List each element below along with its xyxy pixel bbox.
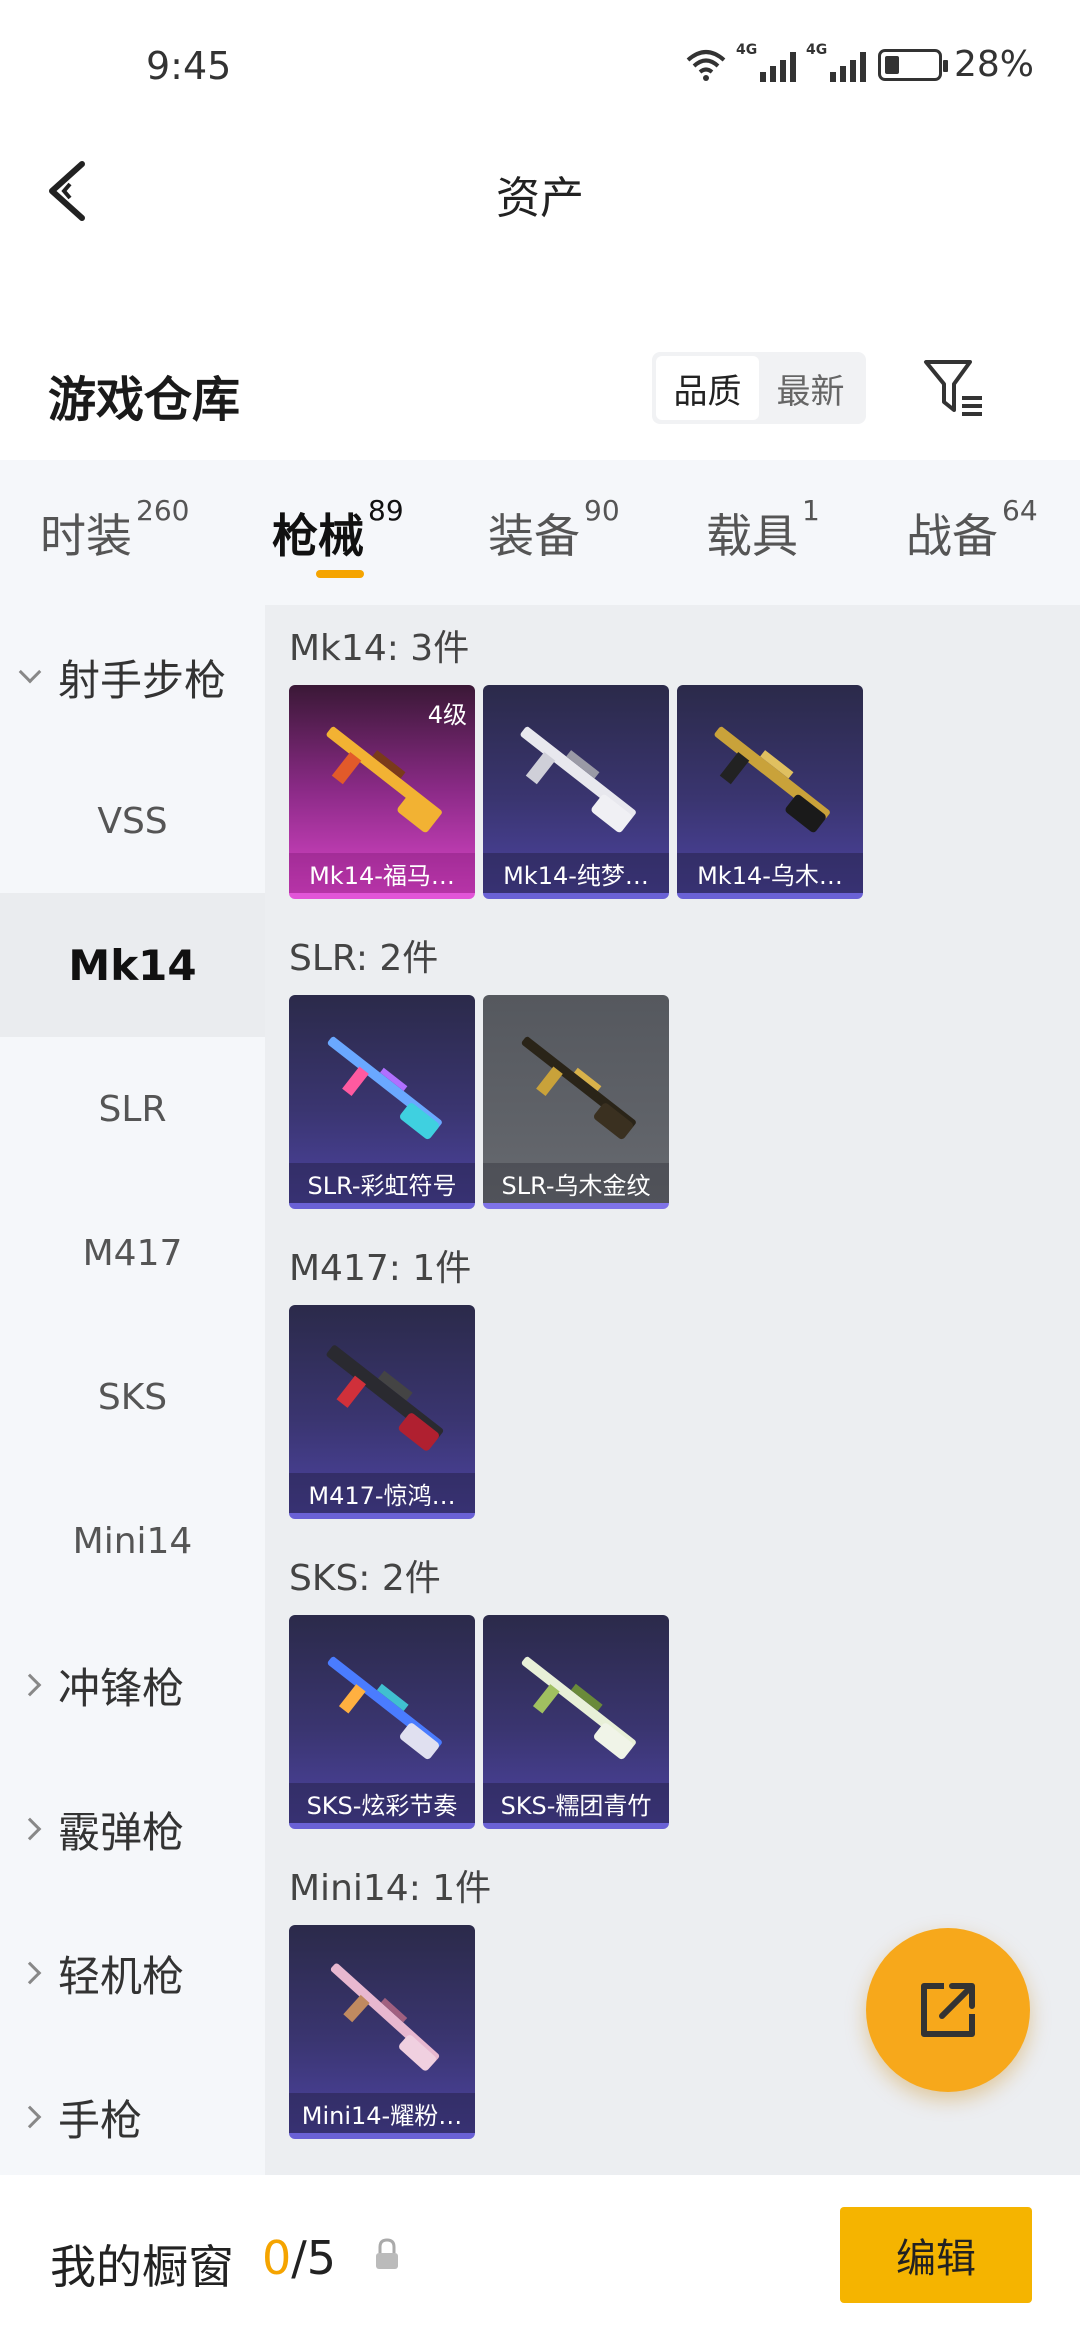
weapon-name: M417-惊鸿… <box>289 1473 475 1513</box>
weapon-skin-image <box>521 1036 636 1140</box>
showcase-bar: 我的橱窗 0/5 编辑 <box>0 2175 1080 2340</box>
weapon-name: SKS-炫彩节奏 <box>289 1783 475 1823</box>
weapon-card[interactable]: SLR-彩虹符号 <box>289 995 475 1209</box>
sidebar-item-sks[interactable]: SKS <box>0 1325 265 1469</box>
showcase-title: 我的橱窗 <box>50 2240 234 2294</box>
weapon-skin-image <box>327 1656 442 1760</box>
section-title-sks: SKS: 2件 <box>289 1558 441 1599</box>
filter-icon[interactable] <box>920 356 986 422</box>
weapon-skin-image <box>520 726 636 833</box>
tab-supplies[interactable]: 战备 64 <box>906 494 1038 566</box>
sidebar-group-marksman[interactable]: 射手步枪 <box>0 605 265 749</box>
tab-vehicles[interactable]: 载具 1 <box>706 494 820 566</box>
battery-percent: 28% <box>953 44 1034 85</box>
signal-icon: 4G <box>736 42 796 82</box>
status-time: 9:45 <box>146 44 232 88</box>
chevron-right-icon <box>18 2105 42 2129</box>
sidebar-group-lmg[interactable]: 轻机枪 <box>0 1901 265 2045</box>
warehouse-title: 游戏仓库 <box>48 372 241 428</box>
section-title-slr: SLR: 2件 <box>289 938 439 979</box>
weapon-name: Mini14-耀粉… <box>289 2093 475 2133</box>
level-badge: 4级 <box>427 701 467 729</box>
share-external-icon <box>921 1983 975 2037</box>
sort-quality[interactable]: 品质 <box>656 356 759 420</box>
chevron-right-icon <box>18 1961 42 1985</box>
weapon-name: Mk14-福马… <box>289 853 475 893</box>
weapon-card[interactable]: SKS-炫彩节奏 <box>289 1615 475 1829</box>
section-title-m417: M417: 1件 <box>289 1248 472 1289</box>
sidebar-group-shotgun[interactable]: 霰弹枪 <box>0 1757 265 1901</box>
weapon-card[interactable]: SLR-乌木金纹 <box>483 995 669 1209</box>
weapon-name: SLR-彩虹符号 <box>289 1163 475 1203</box>
signal-icon: 4G <box>806 42 866 82</box>
weapon-card[interactable]: Mk14-纯梦… <box>483 685 669 899</box>
weapon-name: Mk14-乌木… <box>677 853 863 893</box>
weapon-card[interactable]: Mini14-耀粉… <box>289 1925 475 2139</box>
status-bar: 9:45 4G 4G 28% <box>0 0 1080 130</box>
sidebar-item-mk14[interactable]: Mk14 <box>0 893 265 1037</box>
weapon-skin-image <box>330 1963 440 2071</box>
lock-icon <box>376 2238 398 2269</box>
tab-weapons[interactable]: 枪械 89 <box>272 494 404 566</box>
chevron-down-icon <box>18 660 42 684</box>
weapon-skin-image <box>714 726 830 833</box>
sort-toggle: 品质 最新 <box>652 352 866 424</box>
page-title: 资产 <box>496 173 584 224</box>
weapon-card[interactable]: SKS-糯团青竹 <box>483 1615 669 1829</box>
weapon-skin-image <box>326 1345 444 1451</box>
category-tabs: 时装 260 枪械 89 装备 90 载具 1 战备 64 <box>0 460 1080 605</box>
sidebar-group-smg[interactable]: 冲锋枪 <box>0 1613 265 1757</box>
weapon-card[interactable]: M417-惊鸿… <box>289 1305 475 1519</box>
weapon-skin-image <box>521 1656 636 1760</box>
sidebar-item-vss[interactable]: VSS <box>0 749 265 893</box>
weapon-card[interactable]: 4级 Mk14-福马… <box>289 685 475 899</box>
sidebar-item-slr[interactable]: SLR <box>0 1037 265 1181</box>
section-title-mini14: Mini14: 1件 <box>289 1868 492 1909</box>
tab-outfits[interactable]: 时装 260 <box>40 494 189 566</box>
sort-newest[interactable]: 最新 <box>759 356 862 420</box>
status-icons: 4G 4G 28% <box>686 42 1034 85</box>
weapon-name: SKS-糯团青竹 <box>483 1783 669 1823</box>
battery-icon <box>877 48 948 81</box>
section-title-mk14: Mk14: 3件 <box>289 628 470 669</box>
chevron-right-icon <box>18 1673 42 1697</box>
weapon-skin-image <box>327 1036 442 1140</box>
sidebar: 射手步枪 VSS Mk14 SLR M417 SKS Mini14 冲锋枪 霰弹… <box>0 605 265 2175</box>
share-button[interactable] <box>866 1928 1030 2092</box>
showcase-count: 0/5 <box>262 2231 337 2285</box>
weapon-card[interactable]: Mk14-乌木… <box>677 685 863 899</box>
sidebar-item-m417[interactable]: M417 <box>0 1181 265 1325</box>
active-tab-indicator <box>316 570 364 578</box>
weapon-name: SLR-乌木金纹 <box>483 1163 669 1203</box>
header: 资产 <box>0 140 1080 240</box>
chevron-right-icon <box>18 1817 42 1841</box>
sidebar-item-mini14[interactable]: Mini14 <box>0 1469 265 1613</box>
weapon-name: Mk14-纯梦… <box>483 853 669 893</box>
sidebar-group-pistol[interactable]: 手枪 <box>0 2045 265 2189</box>
wifi-icon <box>686 49 726 81</box>
edit-button[interactable]: 编辑 <box>840 2207 1032 2303</box>
tab-gear[interactable]: 装备 90 <box>488 494 620 566</box>
